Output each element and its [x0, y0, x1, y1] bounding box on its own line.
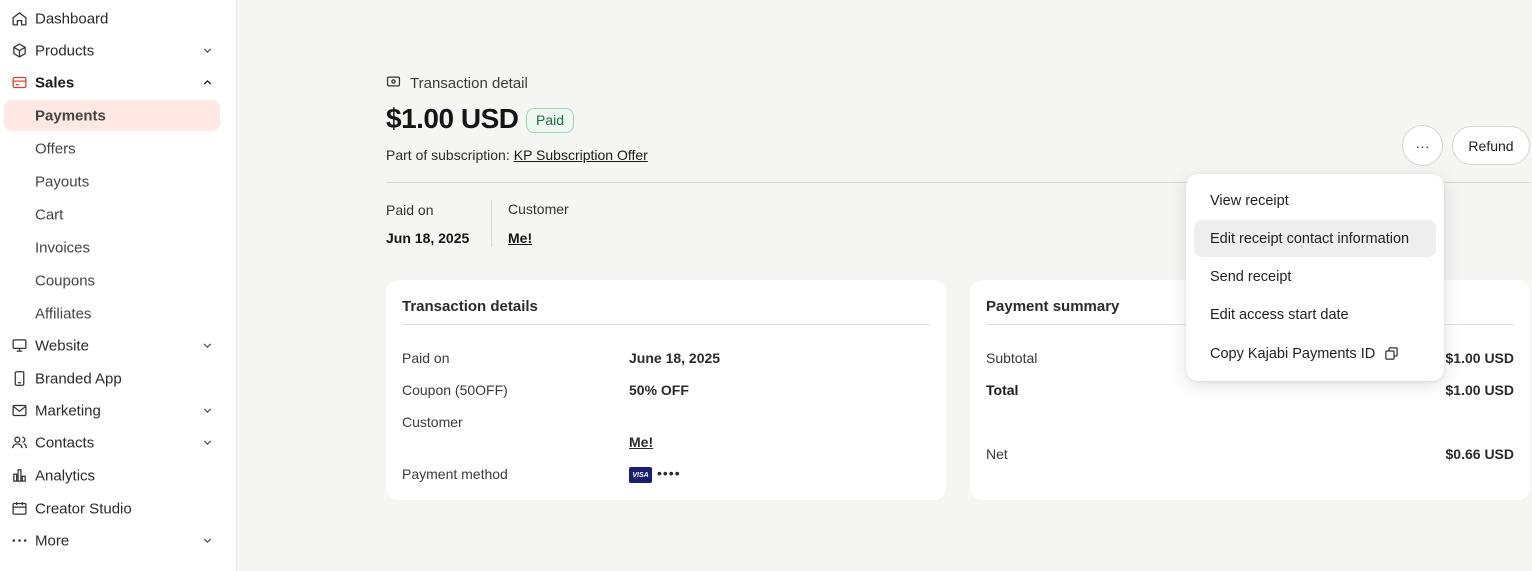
more-actions-menu: View receipt Edit receipt contact inform… — [1186, 174, 1444, 381]
sidebar-item-label: Marketing — [35, 402, 101, 419]
customer-label: Customer — [508, 201, 569, 217]
sidebar-item-label: Cart — [35, 206, 64, 223]
sidebar-item-label: Offers — [35, 140, 76, 157]
sidebar: Dashboard Products Sales Payments Offers… — [0, 0, 237, 571]
sidebar-item-products[interactable]: Products — [4, 35, 220, 66]
sidebar-item-contacts[interactable]: Contacts — [4, 427, 220, 458]
sidebar-item-label: Payments — [35, 107, 106, 124]
menu-item-edit-access-start-date[interactable]: Edit access start date — [1194, 296, 1436, 333]
sidebar-item-affiliates[interactable]: Affiliates — [4, 298, 220, 329]
chevron-down-icon — [201, 404, 214, 417]
subscription-prefix: Part of subscription: — [386, 147, 510, 163]
sidebar-item-label: Analytics — [35, 467, 96, 484]
phone-icon — [11, 370, 28, 387]
summary-label: Total — [986, 382, 1019, 398]
refund-button[interactable]: Refund — [1452, 126, 1530, 165]
users-icon — [11, 434, 28, 451]
subscription-line: Part of subscription: KP Subscription Off… — [386, 147, 648, 163]
sidebar-item-payouts[interactable]: Payouts — [4, 166, 220, 197]
menu-item-send-receipt[interactable]: Send receipt — [1194, 258, 1436, 295]
sidebar-item-label: Contacts — [35, 434, 95, 451]
menu-item-view-receipt[interactable]: View receipt — [1194, 182, 1436, 219]
sidebar-item-label: Dashboard — [35, 10, 109, 27]
monitor-icon — [11, 337, 28, 354]
sidebar-item-analytics[interactable]: Analytics — [4, 460, 220, 491]
chevron-down-icon — [201, 44, 214, 57]
bar-chart-icon — [11, 467, 28, 484]
detail-label: Customer — [402, 414, 463, 430]
detail-customer-link[interactable]: Me! — [629, 434, 653, 450]
sidebar-item-marketing[interactable]: Marketing — [4, 395, 220, 426]
summary-value: $0.66 USD — [1445, 446, 1514, 462]
copy-icon — [1384, 346, 1399, 361]
summary-label: Subtotal — [986, 350, 1038, 366]
sidebar-item-label: Coupons — [35, 272, 96, 289]
chevron-down-icon — [201, 436, 214, 449]
summary-label: Net — [986, 446, 1008, 462]
sidebar-item-branded-app[interactable]: Branded App — [4, 363, 220, 394]
menu-item-copy-payments-id[interactable]: Copy Kajabi Payments ID — [1194, 335, 1436, 372]
sidebar-item-payments[interactable]: Payments — [4, 100, 220, 131]
calendar-icon — [11, 500, 28, 517]
menu-item-label: Copy Kajabi Payments ID — [1210, 345, 1376, 362]
box-icon — [11, 42, 28, 59]
sidebar-item-invoices[interactable]: Invoices — [4, 232, 220, 263]
sidebar-item-coupons[interactable]: Coupons — [4, 265, 220, 296]
visa-card-icon: VISA — [629, 467, 652, 483]
detail-label: Coupon (50OFF) — [402, 382, 508, 398]
more-actions-button[interactable]: ··· — [1402, 125, 1443, 166]
page-title: $1.00 USD — [386, 103, 519, 134]
sidebar-item-creator-studio[interactable]: Creator Studio — [4, 493, 220, 524]
breadcrumb: Transaction detail — [386, 74, 528, 93]
sidebar-item-label: More — [35, 532, 70, 549]
summary-value: $1.00 USD — [1445, 382, 1514, 398]
sidebar-item-cart[interactable]: Cart — [4, 199, 220, 230]
sidebar-item-website[interactable]: Website — [4, 330, 220, 361]
receipt-icon — [386, 74, 401, 93]
chevron-down-icon — [201, 339, 214, 352]
sidebar-item-sales[interactable]: Sales — [4, 67, 220, 98]
sidebar-item-label: Invoices — [35, 239, 91, 256]
mail-icon — [11, 402, 28, 419]
subscription-link[interactable]: KP Subscription Offer — [514, 147, 648, 163]
sidebar-item-dashboard[interactable]: Dashboard — [4, 3, 220, 34]
sidebar-item-label: Sales — [35, 74, 75, 91]
sidebar-item-label: Creator Studio — [35, 500, 132, 517]
sidebar-item-label: Branded App — [35, 370, 122, 387]
customer-link[interactable]: Me! — [508, 230, 532, 246]
home-icon — [11, 10, 28, 27]
transaction-details-title: Transaction details — [402, 298, 538, 315]
credit-card-icon — [11, 74, 28, 91]
masked-card-number: •••• — [657, 465, 681, 481]
paid-on-label: Paid on — [386, 202, 434, 218]
chevron-down-icon — [201, 534, 214, 547]
sidebar-item-label: Payouts — [35, 173, 90, 190]
sidebar-item-label: Affiliates — [35, 305, 92, 322]
sidebar-item-label: Website — [35, 337, 89, 354]
sidebar-item-label: Products — [35, 42, 95, 59]
menu-item-edit-receipt-contact[interactable]: Edit receipt contact information — [1194, 220, 1436, 257]
paid-on-value: Jun 18, 2025 — [386, 230, 470, 246]
detail-label: Payment method — [402, 466, 508, 482]
breadcrumb-label: Transaction detail — [410, 75, 528, 92]
ellipsis-icon — [11, 532, 28, 549]
payment-summary-title: Payment summary — [986, 298, 1120, 315]
summary-value: $1.00 USD — [1445, 350, 1514, 366]
detail-label: Paid on — [402, 350, 450, 366]
detail-value: 50% OFF — [629, 382, 689, 398]
sidebar-item-offers[interactable]: Offers — [4, 133, 220, 164]
main-content: Transaction detail $1.00 USD Paid Part o… — [237, 0, 1532, 571]
sidebar-item-more[interactable]: More — [4, 525, 220, 556]
meta-separator — [491, 200, 492, 247]
status-badge: Paid — [526, 108, 575, 133]
chevron-up-icon — [201, 76, 214, 89]
detail-value: June 18, 2025 — [629, 350, 721, 366]
card-divider — [402, 324, 930, 325]
